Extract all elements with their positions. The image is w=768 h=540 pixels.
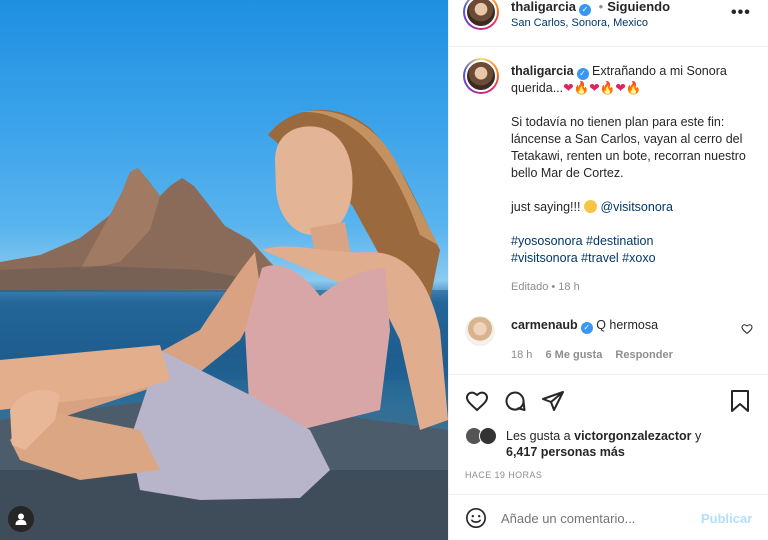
comment-bar: Publicar — [449, 494, 768, 540]
post-timestamp[interactable]: HACE 19 HORAS — [465, 470, 542, 480]
comment-icon[interactable] — [503, 389, 527, 416]
comment-text: Q hermosa — [596, 318, 659, 332]
author-avatar[interactable] — [463, 0, 499, 30]
caption-paragraph-2: Si todavía no tienen plan para este fin:… — [511, 115, 746, 180]
bookmark-icon[interactable] — [729, 389, 751, 416]
share-icon[interactable] — [541, 389, 565, 416]
hashtags-line-1[interactable]: #yososonora #destination — [511, 233, 757, 250]
emoji-icon[interactable] — [465, 507, 487, 532]
more-icon[interactable]: ••• — [731, 4, 751, 22]
edited-time: 18 h — [558, 281, 580, 293]
post-photo[interactable] — [0, 0, 448, 540]
follow-status-button[interactable]: Siguiendo — [607, 0, 670, 14]
liker-username[interactable]: victorgonzalezactor — [574, 429, 691, 443]
edited-label: Editado — [511, 281, 549, 293]
liker-avatar-2[interactable] — [479, 427, 497, 445]
mention-link[interactable]: @visitsonora — [600, 200, 672, 214]
likes-and: y — [695, 429, 702, 443]
caption-username[interactable]: thaligarcia — [511, 64, 574, 78]
comment-time: 18 h — [511, 349, 533, 361]
separator-dot: • — [598, 0, 604, 14]
post-side-panel: thaligarcia ✓ • Siguiendo San Carlos, Sono… — [448, 0, 768, 540]
caption-paragraph-3: just saying!!! — [511, 200, 581, 214]
action-bar — [449, 374, 768, 422]
small-heart-icon[interactable] — [741, 323, 753, 338]
post-header: thaligarcia ✓ • Siguiendo San Carlos, Sono… — [449, 0, 768, 47]
smirk-emoji-icon — [583, 200, 597, 213]
caption-emojis: ❤🔥❤🔥❤🔥 — [563, 81, 642, 95]
person-figure — [0, 109, 448, 500]
hashtags-line-2[interactable]: #visitsonora #travel #xoxo — [511, 250, 757, 267]
commenter-avatar[interactable] — [465, 316, 495, 346]
likes-prefix: Les gusta a — [506, 429, 571, 443]
comment-input[interactable] — [501, 508, 691, 528]
caption-avatar[interactable] — [463, 58, 499, 94]
likes-count[interactable]: 6,417 personas más — [506, 445, 625, 459]
verified-icon: ✓ — [580, 322, 593, 334]
user-tag-icon[interactable] — [8, 506, 34, 532]
commenter-username[interactable]: carmenaub — [511, 318, 578, 332]
verified-icon: ✓ — [579, 4, 592, 16]
post-caption: thaligarcia ✓ Extrañando a mi Sonora quer… — [511, 63, 757, 296]
separator-dot: • — [551, 281, 556, 293]
reply-button[interactable]: Responder — [615, 349, 672, 361]
publish-button[interactable]: Publicar — [701, 511, 752, 526]
comment-meta: 18 h 6 Me gusta Responder — [511, 349, 673, 361]
comment: carmenaub ✓ Q hermosa — [511, 318, 658, 334]
heart-icon[interactable] — [465, 389, 489, 416]
post-location[interactable]: San Carlos, Sonora, Mexico — [511, 17, 648, 29]
author-username[interactable]: thaligarcia — [511, 0, 576, 14]
verified-icon: ✓ — [576, 68, 589, 80]
comment-likes[interactable]: 6 Me gusta — [545, 349, 602, 361]
